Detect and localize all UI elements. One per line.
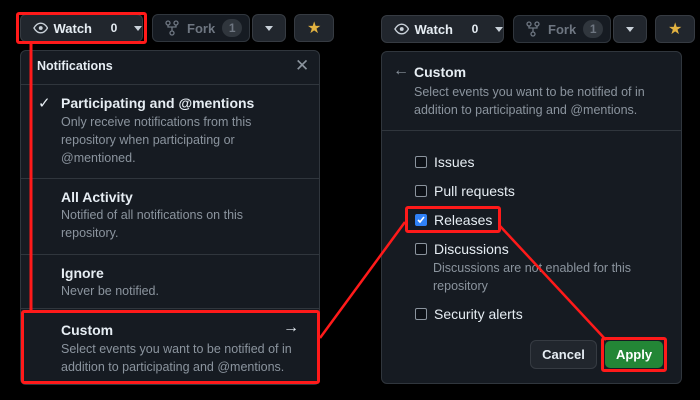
panel-title: Custom bbox=[414, 64, 467, 80]
issues-checkbox[interactable] bbox=[415, 156, 427, 168]
menu-item-participating[interactable]: ✓ Participating and @mentions Only recei… bbox=[21, 85, 319, 177]
discussions-checkbox[interactable] bbox=[415, 243, 427, 255]
apply-highlight bbox=[601, 337, 667, 372]
custom-highlight bbox=[21, 310, 320, 384]
star-icon: ★ bbox=[307, 20, 322, 37]
menu-item-ignore[interactable]: Ignore Never be notified. bbox=[21, 255, 319, 307]
security-alerts-checkbox[interactable] bbox=[415, 308, 427, 320]
option-pull-requests[interactable]: Pull requests bbox=[415, 183, 515, 199]
menu-item-title: Ignore bbox=[61, 265, 104, 281]
fork-icon bbox=[165, 20, 179, 36]
fork-icon bbox=[526, 21, 540, 37]
fork-dropdown-button[interactable] bbox=[252, 14, 286, 42]
fork-label: Fork bbox=[187, 20, 216, 36]
menu-title: Notifications bbox=[37, 59, 113, 73]
panel-desc: Select events you want to be notified of… bbox=[414, 85, 645, 117]
fork-button[interactable]: Fork 1 bbox=[513, 15, 611, 43]
option-issues[interactable]: Issues bbox=[415, 154, 474, 170]
watch-button[interactable]: Watch 0 bbox=[381, 15, 504, 43]
star-button[interactable]: ★ bbox=[655, 15, 695, 43]
fork-dropdown-button[interactable] bbox=[613, 15, 647, 43]
menu-item-title: All Activity bbox=[61, 189, 133, 205]
back-arrow-icon[interactable]: ← bbox=[393, 62, 409, 80]
close-icon[interactable]: ✕ bbox=[295, 57, 309, 75]
pull-requests-checkbox[interactable] bbox=[415, 185, 427, 197]
star-button[interactable]: ★ bbox=[294, 14, 334, 42]
star-icon: ★ bbox=[668, 21, 683, 38]
panel-divider bbox=[382, 130, 681, 131]
watch-count: 0 bbox=[471, 22, 479, 36]
menu-item-desc: Never be notified. bbox=[61, 284, 159, 298]
cancel-button[interactable]: Cancel bbox=[530, 340, 597, 369]
option-label: Discussions bbox=[434, 241, 509, 257]
eye-icon bbox=[394, 23, 410, 35]
check-icon: ✓ bbox=[38, 95, 51, 112]
fork-count: 1 bbox=[222, 19, 243, 37]
option-label: Pull requests bbox=[434, 183, 515, 199]
watch-highlight bbox=[16, 12, 147, 44]
option-security-alerts[interactable]: Security alerts bbox=[415, 306, 523, 322]
option-discussions[interactable]: Discussions bbox=[415, 241, 509, 257]
menu-item-all-activity[interactable]: All Activity Notified of all notificatio… bbox=[21, 179, 319, 253]
watch-label: Watch bbox=[414, 21, 453, 37]
releases-highlight bbox=[405, 206, 501, 233]
chevron-down-icon bbox=[265, 25, 273, 31]
menu-item-title: Participating and @mentions bbox=[61, 95, 255, 111]
fork-count: 1 bbox=[583, 20, 604, 38]
option-label: Security alerts bbox=[434, 306, 523, 322]
chevron-down-icon bbox=[626, 26, 634, 32]
option-label: Issues bbox=[434, 154, 475, 170]
fork-button[interactable]: Fork 1 bbox=[152, 14, 250, 42]
menu-item-desc: Notified of all notifications on this re… bbox=[61, 208, 244, 240]
menu-item-desc: Only receive notifications from this rep… bbox=[61, 115, 252, 165]
chevron-down-icon bbox=[495, 26, 503, 32]
option-note: Discussions are not enabled for this rep… bbox=[433, 261, 632, 293]
fork-label: Fork bbox=[548, 21, 577, 37]
